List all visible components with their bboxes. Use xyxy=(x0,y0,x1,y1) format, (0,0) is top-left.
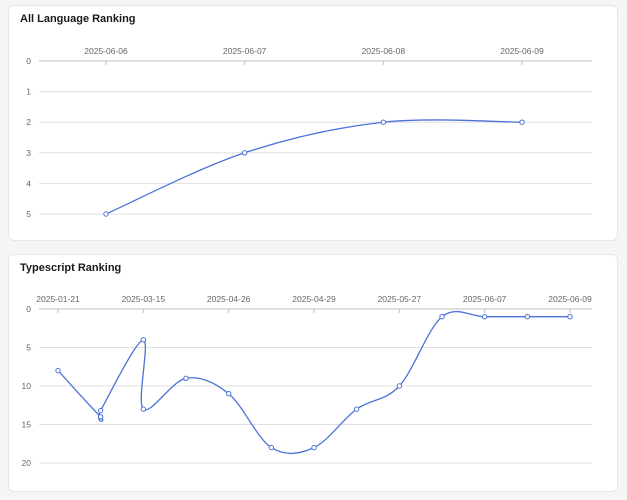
y-tick-label: 20 xyxy=(22,458,32,468)
data-point xyxy=(380,119,387,125)
y-tick-label: 3 xyxy=(26,148,31,158)
data-point xyxy=(55,367,61,374)
x-tick-label: 2025-06-07 xyxy=(223,46,267,56)
typescript-ranking-card: Typescript Ranking 0 5 10 15 20 2025-01-21 202… xyxy=(8,254,618,492)
y-tick-label: 2 xyxy=(26,117,31,127)
x-tick-label: 2025-03-15 xyxy=(122,294,166,304)
y-tick-label: 10 xyxy=(22,381,32,391)
data-point xyxy=(481,314,488,320)
y-tick-label: 5 xyxy=(26,343,31,353)
data-point xyxy=(225,391,232,397)
x-tick-label: 2025-06-07 xyxy=(463,294,507,304)
data-point xyxy=(439,314,445,320)
all-language-ranking-card: All Language Ranking 0 1 2 3 4 5 2025-06-06 202… xyxy=(8,5,618,241)
data-point xyxy=(519,119,525,125)
data-point xyxy=(183,375,189,382)
x-tick-label: 2025-05-27 xyxy=(378,294,422,304)
x-tick-label: 2025-06-08 xyxy=(362,46,406,56)
data-point xyxy=(97,407,104,414)
data-point xyxy=(268,444,275,451)
data-point xyxy=(567,314,573,320)
y-tick-label: 4 xyxy=(26,178,31,188)
x-tick-label: 2025-06-09 xyxy=(500,46,544,56)
y-tick-label: 1 xyxy=(26,87,31,97)
typescript-ranking-chart: 0 5 10 15 20 2025-01-21 2025-03-15 2025-04-26 20… xyxy=(22,294,592,468)
x-tick-label: 2025-06-09 xyxy=(548,294,592,304)
y-tick-label: 15 xyxy=(22,420,32,430)
x-tick-label: 2025-01-21 xyxy=(36,294,80,304)
data-point xyxy=(103,211,109,217)
y-tick-label: 0 xyxy=(26,56,31,66)
y-tick-label: 5 xyxy=(26,209,31,219)
x-tick-label: 2025-06-06 xyxy=(84,46,128,56)
data-point xyxy=(241,150,248,156)
data-point xyxy=(396,383,403,389)
data-point xyxy=(97,414,104,420)
series-line xyxy=(105,119,523,215)
y-tick-label: 0 xyxy=(26,304,31,314)
x-tick-label: 2025-04-26 xyxy=(207,294,251,304)
data-point xyxy=(353,406,360,412)
all-language-ranking-chart: 0 1 2 3 4 5 2025-06-06 2025-06-07 2025-06-08 2025… xyxy=(26,46,592,219)
data-point xyxy=(140,406,147,412)
series-line xyxy=(57,310,570,455)
x-tick-label: 2025-04-29 xyxy=(292,294,336,304)
data-point xyxy=(311,444,317,451)
data-point xyxy=(140,337,147,343)
data-point xyxy=(524,314,531,320)
